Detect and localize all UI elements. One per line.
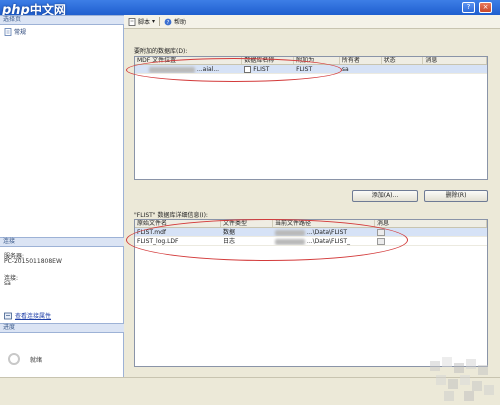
browse-button[interactable] [377, 238, 385, 245]
table-row[interactable]: FLIST.mdf 数据 ...\Data\FLIST [135, 228, 487, 237]
properties-icon [4, 312, 12, 319]
add-button[interactable]: 添加(A)... [352, 190, 418, 202]
help-label: 帮助 [174, 19, 187, 26]
browse-checkbox[interactable] [244, 66, 252, 73]
table-row[interactable]: ...aial... FLIST FLIST sa [135, 65, 487, 74]
remove-button[interactable]: 删除(R) [424, 190, 488, 202]
main-panel: 要附加的数据库(D): MDF 文件位置 数据库名称 附加为 所有者 状态 消息… [124, 29, 494, 377]
toolbar-separator [159, 17, 161, 26]
col-header: 附加为 [294, 57, 340, 64]
view-connection-link-label: 查看连接属性 [15, 313, 52, 320]
connection-header: 连接 [0, 237, 124, 247]
help-button[interactable]: ? [462, 2, 475, 13]
database-details-grid: 原始文件名 文件类型 当前文件路径 消息 FLIST.mdf 数据 ...\Da… [134, 219, 488, 367]
toolbar-help-button[interactable]: ? 帮助 [164, 17, 186, 26]
toolbar: 脚本 ▾ ? 帮助 [124, 15, 500, 29]
script-button[interactable]: 脚本 ▾ [128, 17, 155, 26]
database-details-label: "FLIST" 数据库详细信息(I): [134, 212, 208, 219]
message [423, 65, 487, 73]
current-path: ...\Data\FLIST_ [306, 238, 351, 245]
mdf-location: ...aial... [196, 66, 220, 73]
file-name: FLIST.mdf [137, 229, 166, 236]
grid-header: 原始文件名 文件类型 当前文件路径 消息 [135, 220, 487, 228]
browse-button[interactable] [377, 229, 385, 236]
connection-value: sa [4, 280, 11, 287]
sidebar-item-general[interactable]: 常规 [4, 27, 26, 36]
help-icon: ? [164, 18, 172, 26]
grid-header: MDF 文件位置 数据库名称 附加为 所有者 状态 消息 [135, 57, 487, 65]
col-header: 当前文件路径 [273, 220, 375, 227]
redacted-path [275, 238, 305, 245]
progress-spinner-icon [8, 353, 20, 365]
file-name: FLIST_log.LDF [137, 238, 179, 245]
sidebar-item-label: 常规 [14, 29, 27, 36]
script-icon [128, 17, 136, 26]
view-connection-properties-link[interactable]: 查看连接属性 [4, 311, 51, 320]
col-header: 数据库名称 [242, 57, 295, 64]
redacted-path [149, 66, 195, 73]
progress-header: 进度 [0, 323, 124, 333]
attach-as[interactable]: FLIST [294, 65, 340, 73]
select-page-header: 选择页 [0, 15, 124, 25]
status [382, 65, 424, 73]
title-bar: php中文网 ? × [0, 0, 500, 18]
attach-databases-label: 要附加的数据库(D): [134, 48, 188, 55]
site-watermark-logo: php中文网 [2, 1, 66, 18]
attach-databases-grid: MDF 文件位置 数据库名称 附加为 所有者 状态 消息 ...aial... … [134, 56, 488, 180]
col-header: 原始文件名 [135, 220, 221, 227]
file-type: 日志 [223, 238, 236, 245]
left-pane: 选择页 常规 连接 服务器: PC-2015011808EW 连接: sa 查看… [0, 15, 124, 377]
table-row[interactable]: FLIST_log.LDF 日志 ...\Data\FLIST_ [135, 237, 487, 246]
owner[interactable]: sa [340, 65, 382, 73]
mosaic-watermark-icon [430, 357, 494, 401]
col-header: 状态 [382, 57, 424, 64]
chevron-down-icon: ▾ [152, 18, 156, 25]
file-type: 数据 [223, 229, 236, 236]
script-label: 脚本 [138, 19, 151, 26]
close-button[interactable]: × [479, 2, 492, 13]
progress-status: 就绪 [30, 357, 43, 364]
col-header: 消息 [375, 220, 487, 227]
svg-text:?: ? [167, 20, 170, 26]
col-header: 文件类型 [221, 220, 273, 227]
col-header: 消息 [423, 57, 487, 64]
col-header: 所有者 [340, 57, 382, 64]
page-icon [4, 27, 12, 36]
redacted-path [275, 229, 305, 236]
database-name: FLIST [253, 66, 270, 73]
current-path: ...\Data\FLIST [306, 229, 348, 236]
server-value: PC-2015011808EW [4, 258, 62, 265]
col-header: MDF 文件位置 [135, 57, 243, 64]
